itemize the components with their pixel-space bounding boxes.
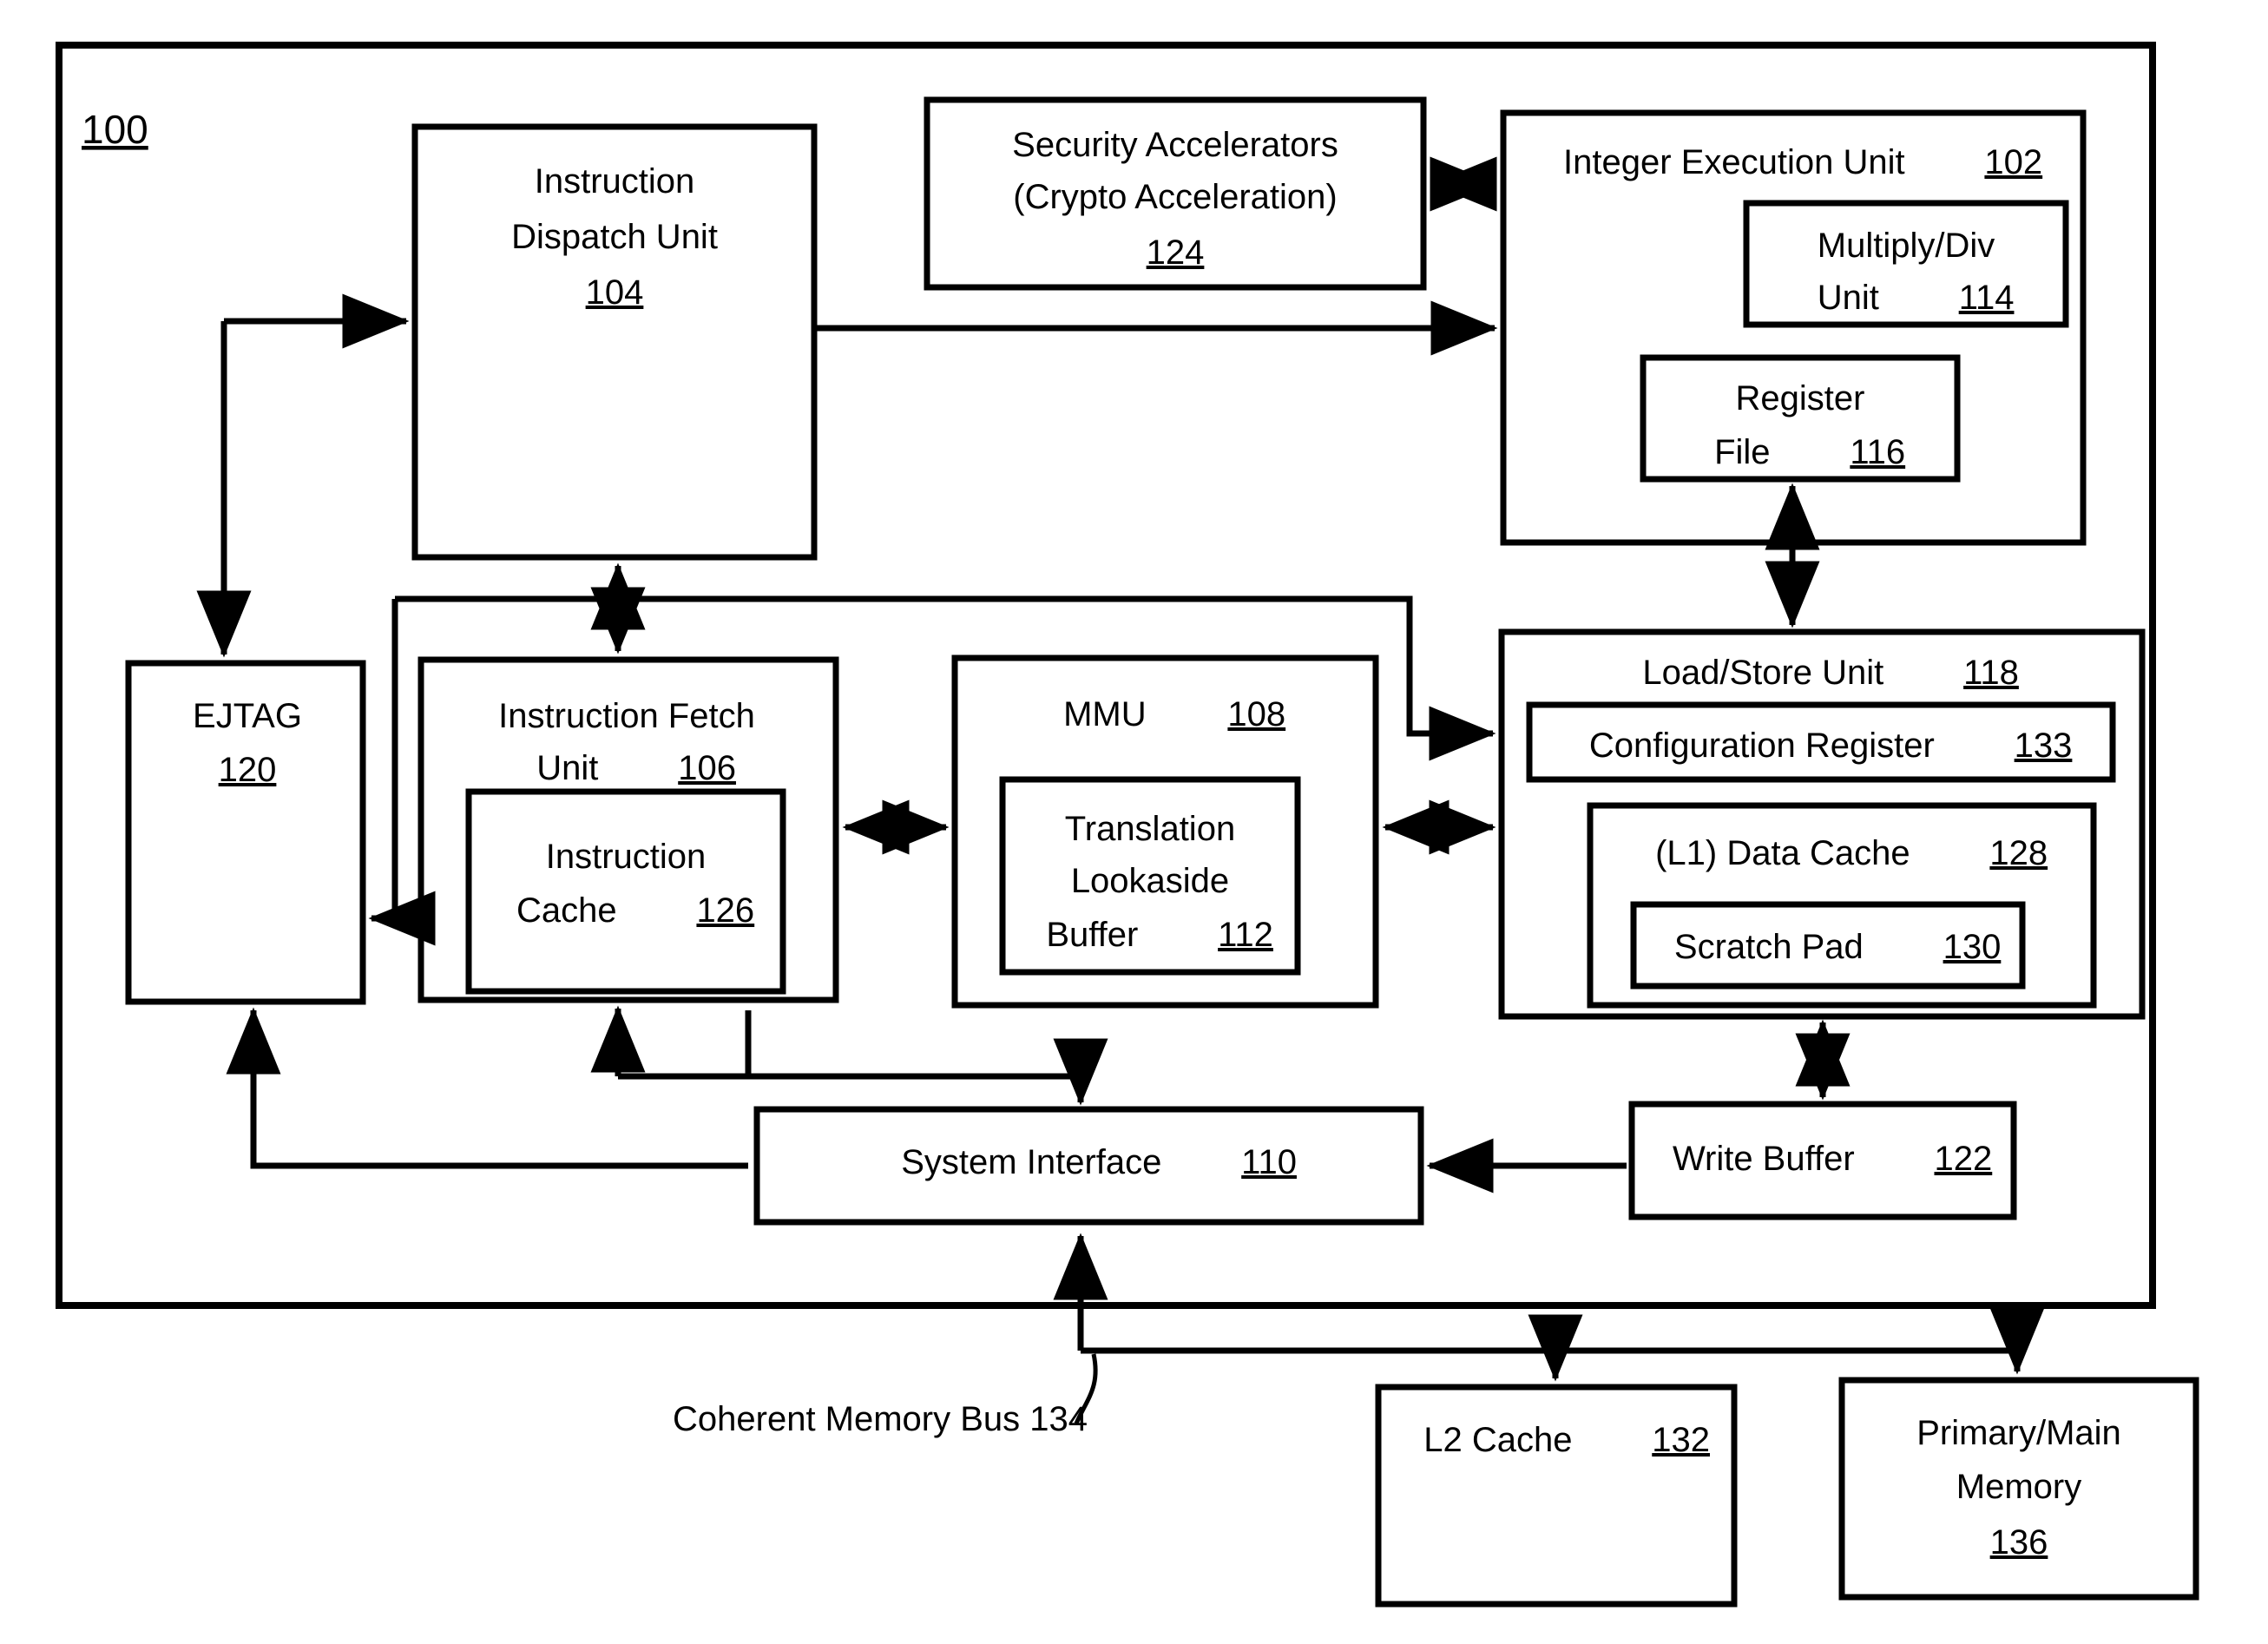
label-security-accelerators-line2: (Crypto Acceleration) [1013,178,1337,216]
label-ejtag: EJTAG [193,697,302,735]
label-l1-data-cache-text: (L1) Data Cache [1655,834,1910,872]
label-multiply-div-unit-ref: 114 [1959,279,2015,317]
label-primary-main-memory-line1: Primary/Main [1916,1414,2121,1452]
label-instruction-dispatch-unit-line2: Dispatch Unit [511,218,718,256]
label-instruction-cache-line1: Instruction [546,838,707,876]
label-multiply-div-unit-line1: Multiply/Div [1818,227,1995,265]
label-system-interface-text: System Interface [901,1143,1161,1181]
label-tlb-line2: Lookaside [1071,862,1229,900]
label-write-buffer-text: Write Buffer [1673,1140,1855,1178]
label-instruction-fetch-unit-line2: Unit 106 [469,749,784,787]
label-instruction-cache-line2: Cache 126 [449,891,803,930]
label-coherent-memory-bus: Coherent Memory Bus 134 [673,1400,1088,1438]
label-scratch-pad-ref: 130 [1943,928,2002,966]
label-scratch-pad: Scratch Pad 130 [1607,928,2049,966]
block-diagram-svg: 100 Instruction Dispatch Unit 104 Securi… [56,42,2199,1608]
label-instruction-cache-ref: 126 [696,891,754,930]
label-instruction-cache-word: Cache [516,891,617,930]
label-register-file-line1: Register [1736,379,1865,418]
label-integer-execution-unit-ref: 102 [1984,143,2042,181]
figure-canvas: 100 Instruction Dispatch Unit 104 Securi… [0,0,2268,1644]
block-l2-cache[interactable] [1375,1384,1738,1608]
label-scratch-pad-text: Scratch Pad [1674,928,1864,966]
label-tlb-ref: 112 [1218,916,1273,954]
label-l2-cache-ref: 132 [1652,1421,1710,1459]
label-mmu-word: MMU [1063,695,1147,733]
label-l1-data-cache-ref: 128 [1989,834,2048,872]
label-tlb-line3: Buffer 112 [979,916,1322,954]
label-system-interface-ref: 110 [1241,1143,1297,1181]
label-multiply-div-unit-line2: Unit 114 [1750,279,2062,317]
figure-reference-numeral: 100 [82,107,148,152]
label-load-store-unit-text: Load/Store Unit [1642,654,1883,692]
label-l1-data-cache: (L1) Data Cache 128 [1588,834,2095,872]
label-load-store-unit-ref: 118 [1963,654,2019,692]
label-load-store-unit: Load/Store Unit 118 [1575,654,2067,692]
label-mmu-ref: 108 [1227,695,1285,733]
label-configuration-register: Configuration Register 133 [1522,727,2120,765]
label-mmu: MMU 108 [996,695,1333,733]
label-integer-execution-unit: Integer Execution Unit 102 [1496,143,2090,181]
label-write-buffer-ref: 122 [1934,1140,1992,1178]
label-l2-cache-text: L2 Cache [1423,1421,1572,1459]
label-instruction-fetch-unit-word: Unit [536,749,598,787]
label-primary-main-memory-line2: Memory [1956,1468,2081,1506]
label-instruction-dispatch-unit-line1: Instruction [535,162,695,201]
label-register-file-ref: 116 [1850,433,1905,471]
label-integer-execution-unit-text: Integer Execution Unit [1563,143,1905,181]
label-l2-cache: L2 Cache 132 [1356,1421,1758,1459]
label-register-file-word: File [1714,433,1770,471]
label-configuration-register-text: Configuration Register [1589,727,1935,765]
label-instruction-fetch-unit-line1: Instruction Fetch [498,697,755,735]
label-primary-main-memory-ref: 136 [1990,1523,2048,1562]
label-ejtag-ref: 120 [219,751,277,789]
label-security-accelerators-line1: Security Accelerators [1012,126,1338,164]
label-instruction-dispatch-unit-ref: 104 [586,273,644,312]
label-tlb-word: Buffer [1046,916,1138,954]
label-instruction-fetch-unit-ref: 106 [678,749,736,787]
label-register-file-line2: File 116 [1647,433,1953,471]
label-multiply-div-unit-word: Unit [1818,279,1879,317]
label-write-buffer: Write Buffer 122 [1605,1140,2041,1178]
label-system-interface: System Interface 110 [833,1143,1344,1181]
label-configuration-register-ref: 133 [2015,727,2073,765]
label-tlb-line1: Translation [1065,810,1235,848]
label-security-accelerators-ref: 124 [1147,233,1205,272]
